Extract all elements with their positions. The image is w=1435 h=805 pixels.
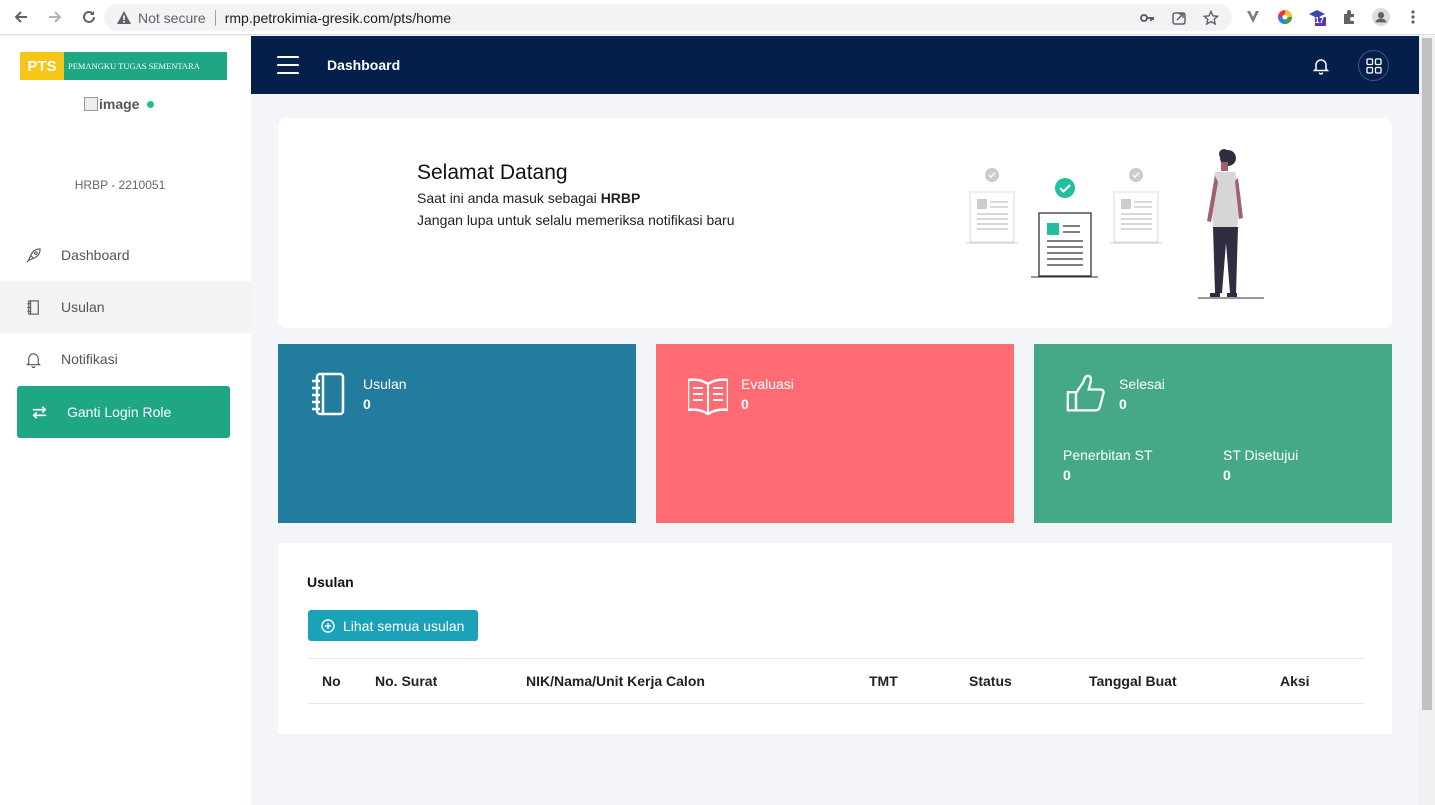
scrollbar-thumb[interactable] <box>1422 38 1432 710</box>
sidebar-item-usulan[interactable]: Usulan <box>0 281 251 333</box>
topbar: Dashboard <box>251 36 1419 94</box>
welcome-role: HRBP <box>600 190 641 206</box>
column-header-no-surat[interactable]: No. Surat <box>375 673 437 689</box>
column-header-no[interactable]: No <box>322 673 341 689</box>
see-all-usulan-label: Lihat semua usulan <box>343 617 465 634</box>
sidebar-item-dashboard[interactable]: Dashboard <box>0 229 251 281</box>
color-wheel-extension-icon[interactable] <box>1276 8 1294 26</box>
forward-icon[interactable] <box>43 5 67 29</box>
book-icon <box>27 299 39 315</box>
welcome-card: Selamat Datang Saat ini anda masuk sebag… <box>278 118 1392 328</box>
sidebar-item-label: Notifikasi <box>61 351 118 367</box>
browser-toolbar: Not secure rmp.petrokimia-gresik.com/pts… <box>0 0 1435 35</box>
avatar: image <box>84 96 139 112</box>
sidebar: PTS PEMANGKU TUGAS SEMENTARA image HRBP … <box>0 36 251 805</box>
reload-icon[interactable] <box>77 5 101 29</box>
stat-card-selesai[interactable]: Selesai 0 Penerbitan ST 0 ST Disetujui 0 <box>1034 344 1392 523</box>
table-header: No No. Surat NIK/Nama/Unit Kerja Calon T… <box>308 658 1364 704</box>
welcome-heading: Selamat Datang <box>417 161 568 184</box>
notebook-icon <box>312 372 345 416</box>
documents-illustration <box>966 149 1264 299</box>
back-icon[interactable] <box>9 5 33 29</box>
sidebar-item-label: Usulan <box>61 299 105 315</box>
security-label[interactable]: Not secure <box>138 10 206 26</box>
online-status-dot <box>147 101 154 108</box>
switch-role-label: Ganti Login Role <box>67 404 172 420</box>
stat-value: 0 <box>741 396 749 412</box>
vivaldi-extension-icon[interactable] <box>1244 8 1262 26</box>
page-title: Dashboard <box>327 57 401 73</box>
avatar-alt-text: image <box>99 96 140 112</box>
welcome-role-line: Saat ini anda masuk sebagai HRBP <box>417 190 640 206</box>
bookmark-star-icon[interactable] <box>1202 9 1220 27</box>
switch-role-button[interactable]: Ganti Login Role <box>17 386 230 438</box>
profile-avatar-icon[interactable] <box>1372 8 1390 26</box>
column-header-status[interactable]: Status <box>969 673 1012 689</box>
extension-badge: 17 <box>1315 16 1324 25</box>
plus-circle-icon <box>321 618 335 633</box>
key-icon[interactable] <box>1138 9 1156 27</box>
stat-sub-label-disetujui: ST Disetujui <box>1223 447 1299 463</box>
sidebar-menu: Dashboard Usulan Notifikasi <box>0 229 251 385</box>
column-header-aksi[interactable]: Aksi <box>1280 673 1310 689</box>
omnibox-divider <box>214 9 216 26</box>
bell-icon <box>25 352 42 368</box>
puzzle-extensions-icon[interactable] <box>1340 8 1358 26</box>
stat-value: 0 <box>1119 396 1127 412</box>
column-header-tmt[interactable]: TMT <box>869 673 898 689</box>
stat-sub-value-disetujui: 0 <box>1223 467 1231 483</box>
address-bar[interactable]: Not secure rmp.petrokimia-gresik.com/pts… <box>104 4 1232 31</box>
user-id-label: HRBP - 2210051 <box>74 178 166 192</box>
welcome-reminder: Jangan lupa untuk selalu memeriksa notif… <box>417 212 735 228</box>
warning-icon[interactable] <box>116 10 132 26</box>
notification-bell-icon[interactable] <box>1313 57 1329 75</box>
apps-grid-icon <box>1365 57 1382 74</box>
share-icon[interactable] <box>1170 9 1188 27</box>
column-header-nik-nama[interactable]: NIK/Nama/Unit Kerja Calon <box>526 673 705 689</box>
stat-label: Evaluasi <box>741 376 794 392</box>
stat-sub-value-penerbitan: 0 <box>1063 467 1071 483</box>
swap-arrows-icon <box>32 405 47 419</box>
stat-card-usulan[interactable]: Usulan 0 <box>278 344 636 523</box>
open-book-icon <box>688 378 728 416</box>
sidebar-item-notifikasi[interactable]: Notifikasi <box>0 333 251 385</box>
usulan-card: Usulan Lihat semua usulan No No. Surat N… <box>278 543 1392 734</box>
thumbs-up-icon <box>1066 374 1105 412</box>
see-all-usulan-button[interactable]: Lihat semua usulan <box>308 610 478 641</box>
stat-card-evaluasi[interactable]: Evaluasi 0 <box>656 344 1014 523</box>
brand-logo[interactable]: PTS PEMANGKU TUGAS SEMENTARA <box>20 52 227 80</box>
broken-image-icon <box>84 97 98 111</box>
kebab-menu-icon[interactable] <box>1404 8 1422 26</box>
usulan-title: Usulan <box>307 574 354 590</box>
brand-short: PTS <box>20 52 64 80</box>
stat-value: 0 <box>363 396 371 412</box>
page-scrollbar[interactable] <box>1419 36 1435 805</box>
stat-label: Usulan <box>363 376 407 392</box>
brand-full: PEMANGKU TUGAS SEMENTARA <box>64 52 227 80</box>
sidebar-item-label: Dashboard <box>61 247 130 263</box>
hamburger-menu-icon[interactable] <box>277 56 299 74</box>
rocket-icon <box>26 247 41 263</box>
url-text[interactable]: rmp.petrokimia-gresik.com/pts/home <box>225 10 451 26</box>
column-header-tanggal-buat[interactable]: Tanggal Buat <box>1089 673 1177 689</box>
apps-grid-button[interactable] <box>1358 50 1389 81</box>
welcome-role-prefix: Saat ini anda masuk sebagai <box>417 190 601 206</box>
stat-sub-label-penerbitan: Penerbitan ST <box>1063 447 1153 463</box>
graduation-extension-icon[interactable]: 17 <box>1308 8 1326 26</box>
stat-label: Selesai <box>1119 376 1165 392</box>
